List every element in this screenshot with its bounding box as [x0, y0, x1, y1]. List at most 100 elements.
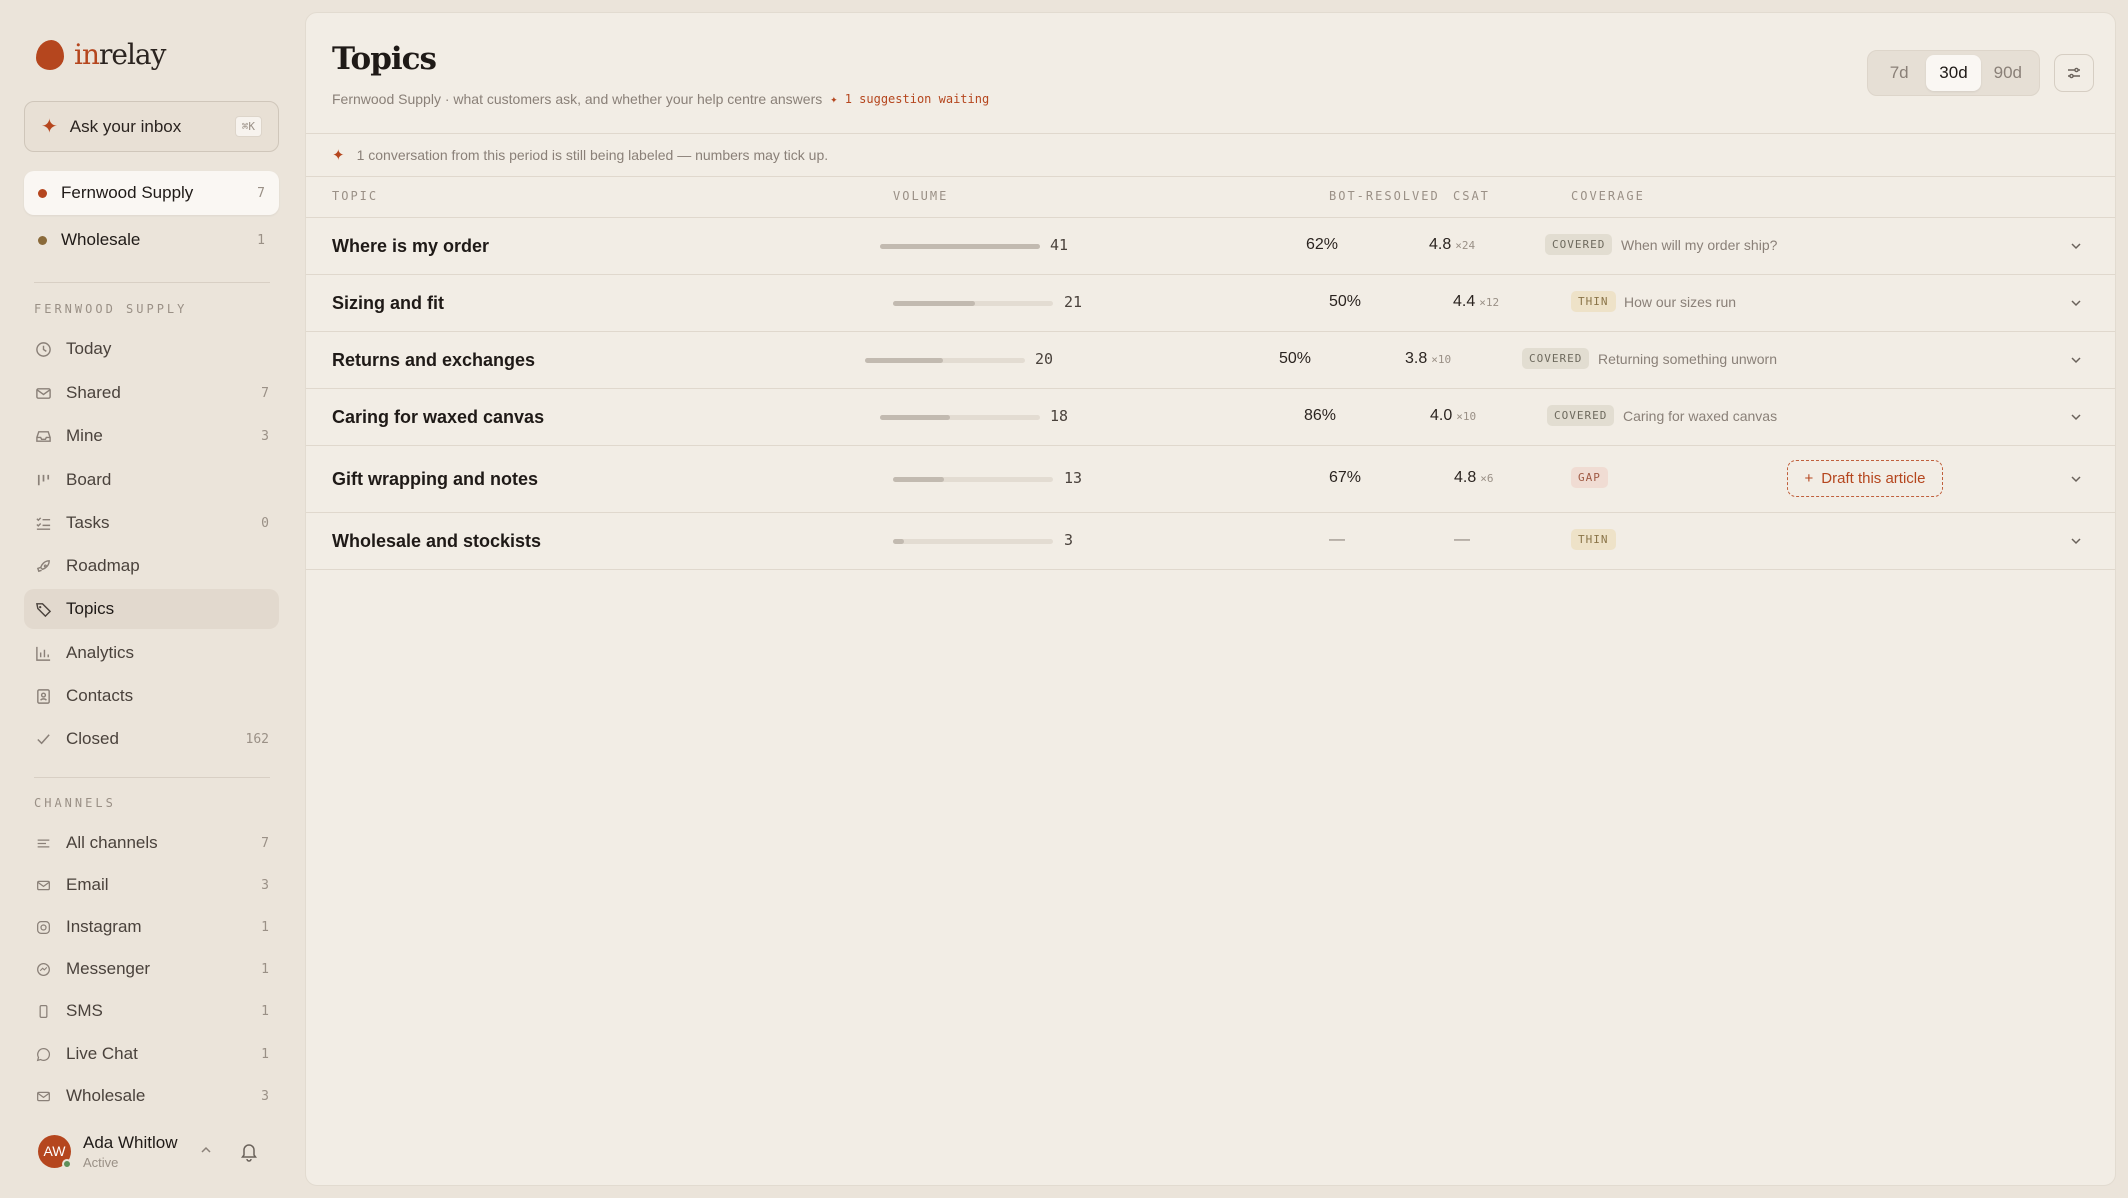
channel-instagram[interactable]: Instagram 1	[24, 907, 279, 947]
suggestion-link[interactable]: ✦ 1 suggestion waiting	[830, 92, 989, 106]
volume-value: 20	[1035, 350, 1054, 368]
csat-score: 4.8	[1429, 236, 1452, 253]
nav-item-roadmap[interactable]: Roadmap	[24, 546, 279, 586]
nav-label: Shared	[66, 383, 121, 402]
page-title: Topics	[332, 41, 437, 77]
logo-mark-icon	[36, 39, 64, 70]
filter-settings-button[interactable]	[2054, 54, 2094, 92]
rocket-icon	[34, 557, 52, 575]
nav-label: Contacts	[66, 686, 134, 705]
notice-text: 1 conversation from this period is still…	[356, 147, 829, 163]
nav-label: Tasks	[66, 513, 110, 532]
page-subtitle: Fernwood Supply · what customers ask, an…	[332, 91, 989, 107]
channel-email[interactable]: Email 3	[24, 865, 279, 905]
lines-icon	[34, 834, 52, 852]
user-status: Active	[83, 1154, 119, 1170]
channel-count: 3	[261, 877, 269, 893]
topic-row[interactable]: Sizing and fit 21 50% 4.4 ×12 THIN How ou…	[306, 275, 2115, 332]
main-panel: Topics Fernwood Supply · what customers …	[305, 12, 2116, 1186]
bot-resolved-value: 50%	[1329, 293, 1362, 310]
csat-count: ×10	[1431, 353, 1452, 366]
chevron-up-icon[interactable]	[199, 1143, 213, 1160]
topic-row[interactable]: Gift wrapping and notes 13 67% 4.8 ×6 GAP…	[306, 446, 2115, 513]
nav-item-topics[interactable]: Topics	[24, 589, 279, 629]
nav-label: Analytics	[66, 643, 135, 662]
volume-bar-fill	[865, 358, 944, 363]
channel-messenger[interactable]: Messenger 1	[24, 949, 279, 989]
nav-item-mine[interactable]: Mine 3	[24, 416, 279, 456]
csat-count: ×6	[1480, 472, 1494, 485]
topic-row[interactable]: Caring for waxed canvas 18 86% 4.0 ×10 CO…	[306, 389, 2115, 446]
chevron-down-icon[interactable]	[2066, 407, 2086, 427]
volume-value: 18	[1050, 407, 1069, 425]
channel-wholesale[interactable]: Wholesale 3	[24, 1076, 279, 1116]
ask-inbox-button[interactable]: ✦ Ask your inbox ⌘K	[24, 101, 279, 152]
range-90d-button[interactable]: 90d	[1981, 55, 2035, 91]
chevron-down-icon[interactable]	[2066, 293, 2086, 313]
nav-item-tasks[interactable]: Tasks 0	[24, 503, 279, 543]
workspace-label: Fernwood Supply	[61, 183, 194, 202]
topic-row[interactable]: Where is my order 41 62% 4.8 ×24 COVERED …	[306, 218, 2115, 275]
nav-count: 0	[261, 515, 269, 531]
channel-sms[interactable]: SMS 1	[24, 991, 279, 1031]
user-name: Ada Whitlow	[83, 1132, 178, 1152]
chevron-down-icon[interactable]	[2066, 236, 2086, 256]
chevron-down-icon[interactable]	[2066, 531, 2086, 551]
volume-value: 21	[1064, 293, 1083, 311]
column-header-coverage: COVERAGE	[1571, 189, 1645, 203]
chevron-down-icon[interactable]	[2066, 469, 2086, 489]
nav-item-analytics[interactable]: Analytics	[24, 633, 279, 673]
ask-inbox-label: Ask your inbox	[69, 116, 182, 136]
workspace-label: Wholesale	[61, 230, 141, 249]
logo[interactable]: inrelay	[36, 38, 166, 71]
nav-item-today[interactable]: Today	[24, 329, 279, 369]
volume-bar	[893, 477, 1053, 482]
avatar-initials: AW	[43, 1143, 66, 1159]
channels-section-heading: CHANNELS	[34, 796, 116, 810]
workspace-fernwood-supply[interactable]: Fernwood Supply 7	[24, 171, 279, 215]
topic-name: Gift wrapping and notes	[332, 469, 538, 489]
csat-value: 4.0 ×10	[1430, 407, 1476, 425]
topic-row[interactable]: Returns and exchanges 20 50% 3.8 ×10 COVE…	[306, 332, 2115, 389]
clock-icon	[34, 340, 52, 358]
contact-icon	[34, 687, 52, 705]
channel-label: Live Chat	[66, 1044, 138, 1063]
volume-bar	[880, 244, 1040, 249]
channel-label: All channels	[66, 833, 158, 852]
chevron-down-icon[interactable]	[2066, 350, 2086, 370]
coverage-article-link[interactable]: Returning something unworn	[1598, 351, 1777, 367]
volume-bar	[865, 358, 1025, 363]
range-30d-button[interactable]: 30d	[1926, 55, 1981, 91]
notifications-bell-icon[interactable]	[236, 1138, 262, 1164]
channel-label: Messenger	[66, 959, 151, 978]
csat-score: —	[1454, 531, 1470, 548]
channel-all[interactable]: All channels 7	[24, 823, 279, 863]
column-header-csat: CSAT	[1453, 189, 1490, 203]
tag-icon	[34, 600, 52, 618]
nav-item-contacts[interactable]: Contacts	[24, 676, 279, 716]
nav-item-board[interactable]: Board	[24, 460, 279, 500]
coverage-article-link[interactable]: How our sizes run	[1624, 294, 1736, 310]
topic-row[interactable]: Wholesale and stockists 3 — — THIN	[306, 513, 2115, 570]
csat-count: ×10	[1456, 410, 1477, 423]
nav-item-closed[interactable]: Closed 162	[24, 719, 279, 759]
workspace-dot-icon	[38, 235, 47, 245]
draft-article-button[interactable]: + Draft this article	[1787, 460, 1943, 497]
avatar: AW	[38, 1134, 72, 1169]
draft-article-label: Draft this article	[1821, 470, 1926, 487]
divider	[306, 176, 2115, 177]
range-7d-button[interactable]: 7d	[1872, 55, 1926, 91]
csat-score: 4.0	[1430, 407, 1453, 424]
topic-name: Where is my order	[332, 236, 490, 256]
channel-label: SMS	[66, 1001, 103, 1020]
coverage-article-link[interactable]: When will my order ship?	[1621, 237, 1777, 253]
nav-item-shared[interactable]: Shared 7	[24, 373, 279, 413]
workspace-wholesale[interactable]: Wholesale 1	[24, 218, 279, 262]
nav-count: 7	[261, 385, 269, 401]
coverage-article-link[interactable]: Caring for waxed canvas	[1623, 408, 1777, 424]
channel-live-chat[interactable]: Live Chat 1	[24, 1034, 279, 1074]
volume-bar-fill	[880, 244, 1040, 249]
board-icon	[34, 471, 52, 489]
topic-name: Caring for waxed canvas	[332, 407, 545, 427]
subtitle-text: Fernwood Supply · what customers ask, an…	[332, 91, 823, 107]
